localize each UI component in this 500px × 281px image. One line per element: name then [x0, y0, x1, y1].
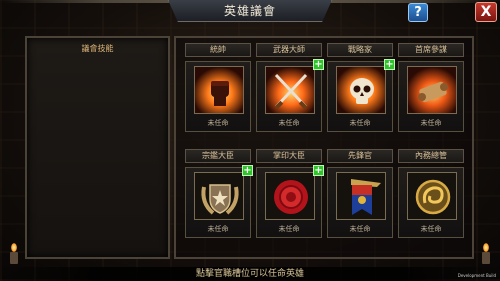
slot-title: 內務總管 [398, 149, 464, 163]
banner-trumpet-icon [336, 172, 386, 220]
appoint-plus-icon[interactable]: + [313, 165, 324, 176]
slot-clan-minister[interactable]: 宗鑑大臣 + 未任命 [185, 149, 253, 238]
appoint-plus-icon[interactable]: + [313, 59, 324, 70]
close-icon: X [480, 4, 492, 20]
slot-status: 未任命 [278, 119, 300, 127]
slot-steward[interactable]: 內務總管 未任命 [398, 149, 464, 238]
title-plate: 英雄議會 [168, 0, 332, 22]
window-title: 英雄議會 [223, 4, 276, 18]
help-icon: ? [414, 5, 422, 20]
council-skills-title: 議會技能 [81, 44, 114, 53]
appoint-plus-icon[interactable]: + [242, 165, 253, 176]
slot-status: 未任命 [207, 225, 229, 233]
candle-decoration-right [480, 243, 492, 265]
build-label: Development Build [457, 273, 496, 278]
slot-seal-keeper[interactable]: 掌印大臣 + 未任命 [256, 149, 324, 238]
slot-card[interactable]: + 未任命 [185, 165, 253, 238]
slot-title: 戰略家 [327, 43, 393, 57]
slot-status: 未任命 [207, 119, 229, 127]
crossed-swords-icon [265, 66, 315, 114]
slot-weapon-master[interactable]: 武器大師 + 未任命 [256, 43, 324, 132]
slot-title: 武器大師 [256, 43, 322, 57]
dragon-coin-icon [407, 172, 457, 220]
council-skills-panel: 議會技能 [25, 36, 170, 259]
slot-card[interactable]: + 未任命 [256, 59, 324, 132]
slot-status: 未任命 [349, 225, 371, 233]
slot-commander[interactable]: 統帥 未任命 [185, 43, 251, 132]
laurel-shield-icon [194, 172, 244, 220]
slot-title: 先鋒官 [327, 149, 393, 163]
flaming-scroll-icon [407, 66, 457, 114]
help-button[interactable]: ? [408, 3, 428, 22]
candle-decoration-left [8, 243, 20, 265]
slot-status: 未任命 [420, 119, 442, 127]
slot-vanguard[interactable]: 先鋒官 未任命 [327, 149, 393, 238]
hint-text: 點擊官職槽位可以任命英雄 [195, 269, 304, 279]
slot-card[interactable]: 未任命 [398, 167, 464, 238]
flaming-skull-icon [336, 66, 386, 114]
appoint-plus-icon[interactable]: + [384, 59, 395, 70]
slot-card[interactable]: + 未任命 [327, 59, 395, 132]
slot-title: 宗鑑大臣 [185, 149, 251, 163]
slot-card[interactable]: 未任命 [398, 61, 464, 132]
slot-card[interactable]: + 未任命 [256, 165, 324, 238]
slot-card[interactable]: 未任命 [327, 167, 393, 238]
close-button[interactable]: X [475, 2, 497, 22]
slot-status: 未任命 [278, 225, 300, 233]
slot-title: 首席參謀 [398, 43, 464, 57]
slot-strategist[interactable]: 戰略家 + 未任命 [327, 43, 395, 132]
slot-status: 未任命 [420, 225, 442, 233]
wax-seal-icon [265, 172, 315, 220]
slot-title: 掌印大臣 [256, 149, 322, 163]
slot-card[interactable]: 未任命 [185, 61, 251, 132]
flaming-fist-icon [194, 66, 244, 114]
slot-title: 統帥 [185, 43, 251, 57]
slot-chief-advisor[interactable]: 首席參謀 未任命 [398, 43, 464, 132]
slot-status: 未任命 [349, 119, 371, 127]
